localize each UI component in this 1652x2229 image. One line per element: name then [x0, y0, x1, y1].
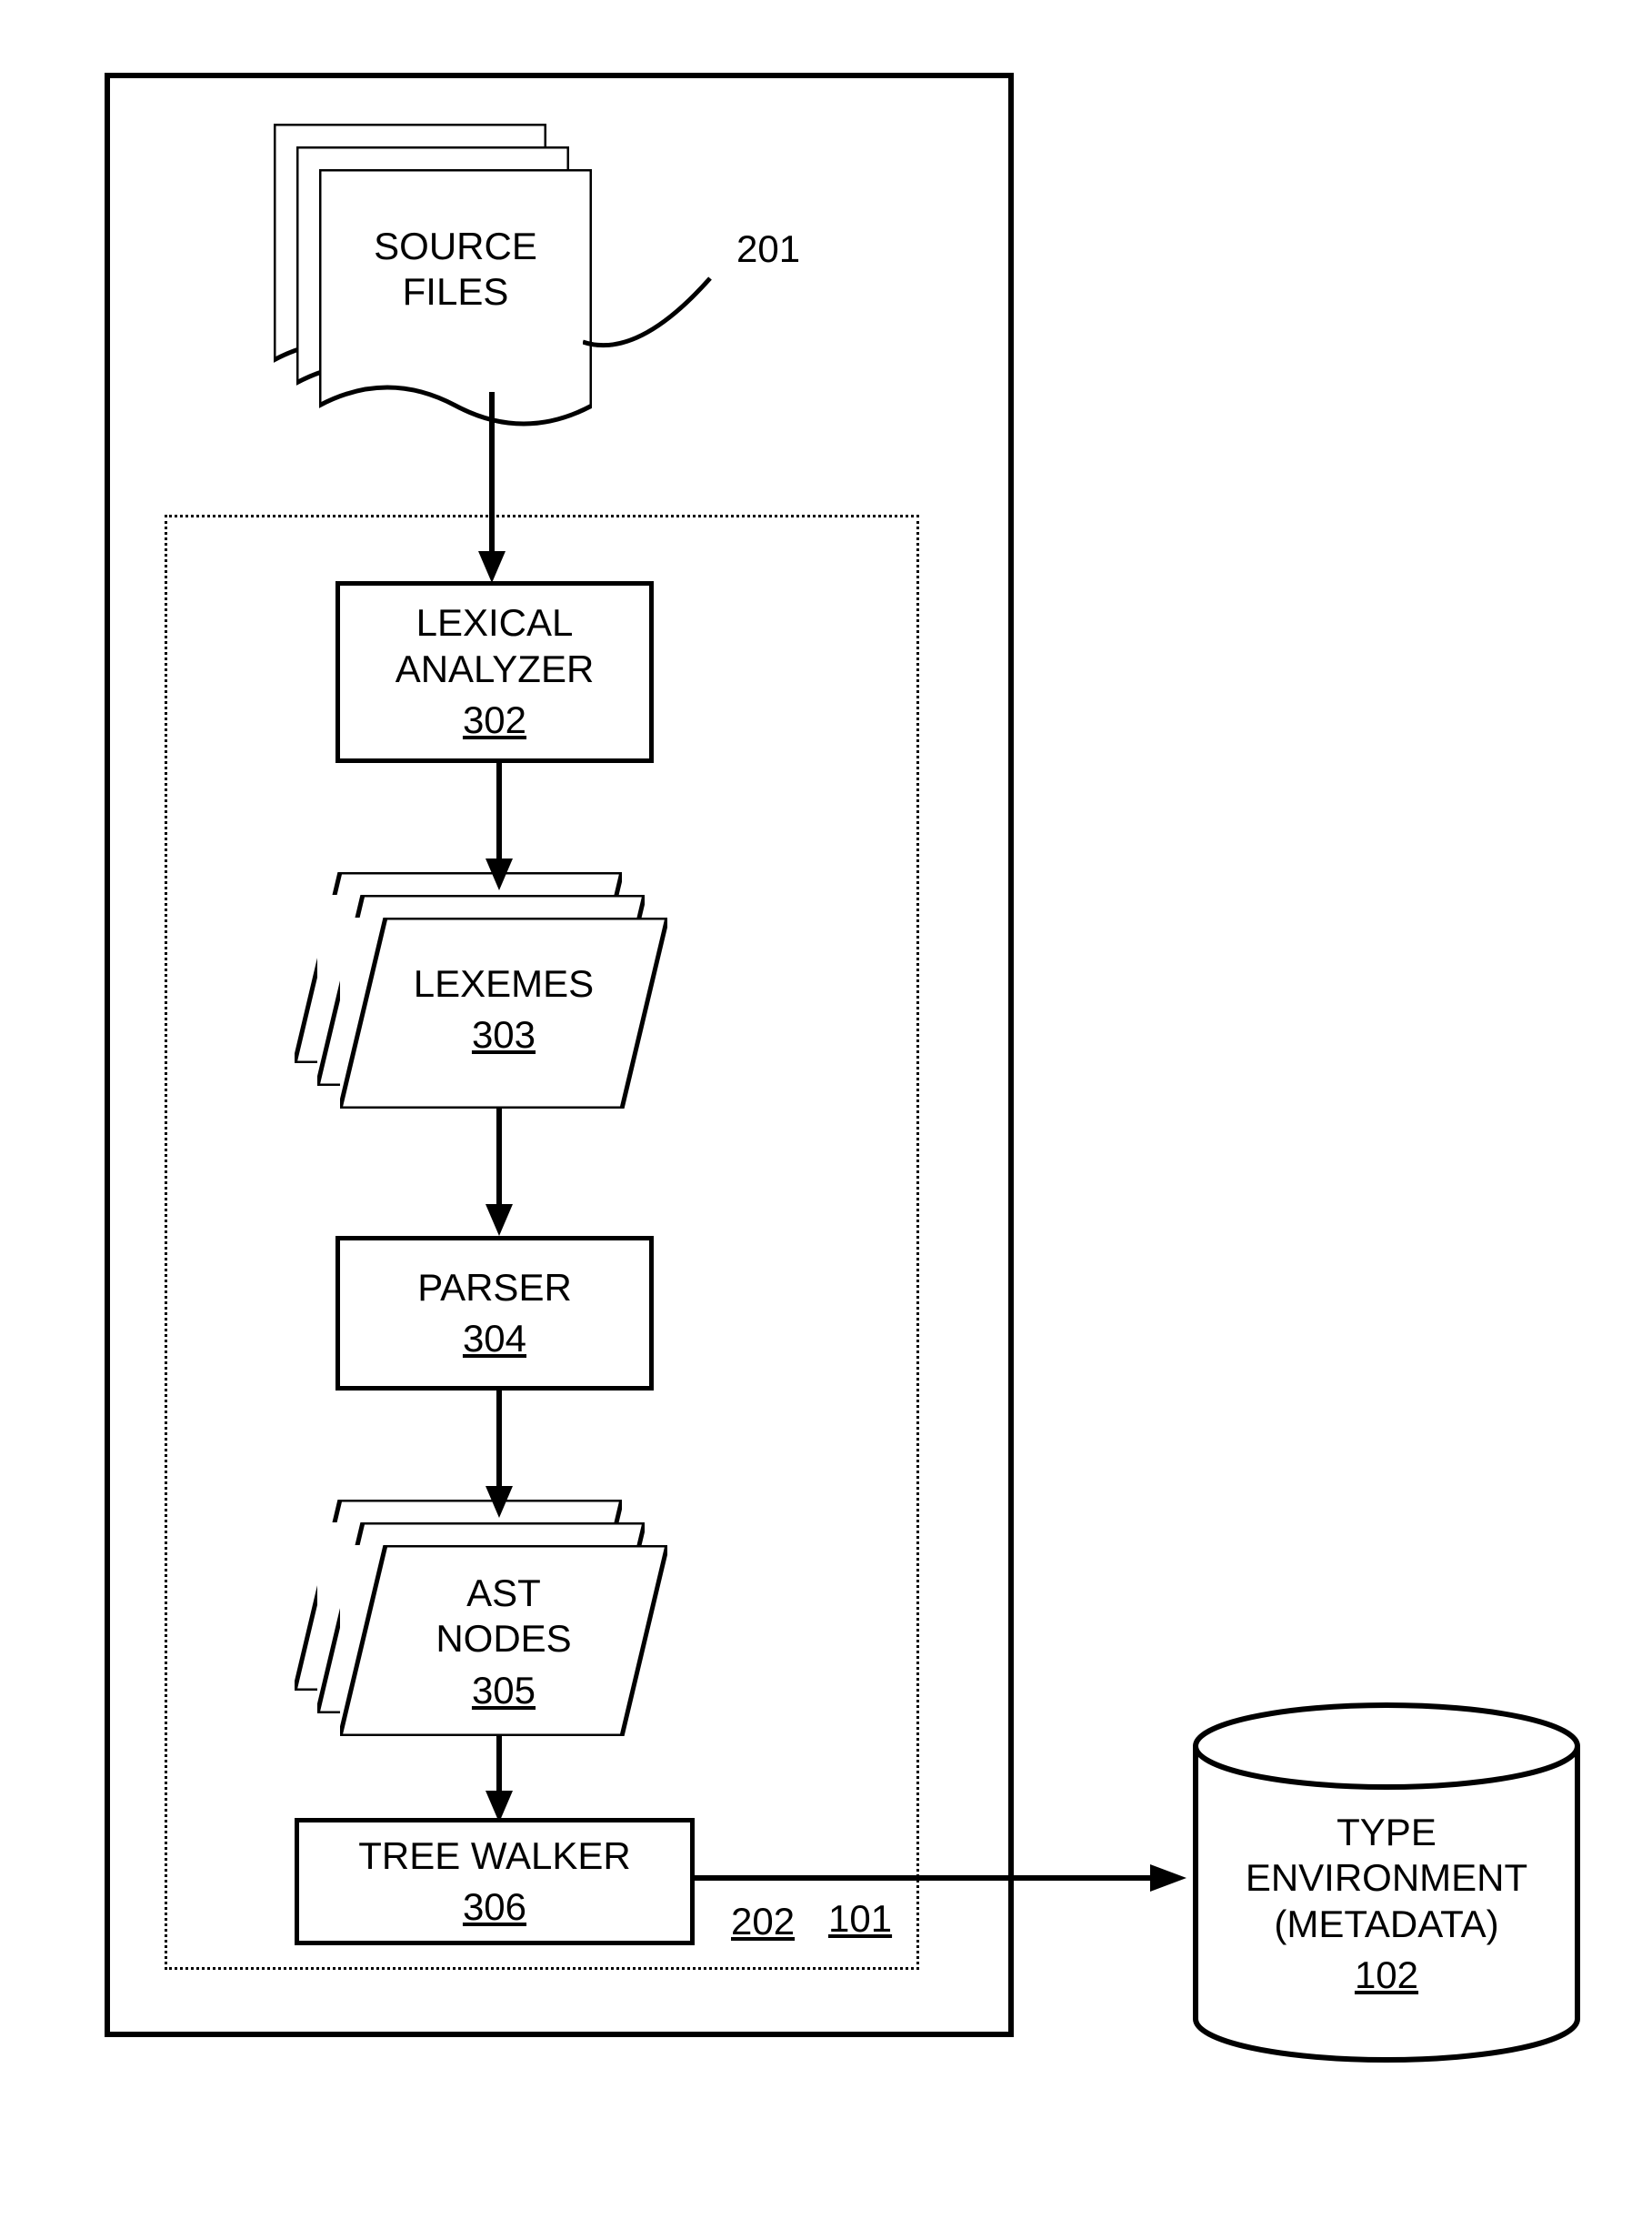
arrow-lexemes-to-parser — [481, 1109, 517, 1236]
inner-ref-202: 202 — [731, 1900, 795, 1943]
source-files-node: SOURCE FILES — [274, 124, 601, 451]
tree-walker-node: TREE WALKER 306 — [295, 1818, 695, 1945]
lexemes-label-wrap: LEXEMES 303 — [340, 961, 667, 1059]
tree-walker-label: TREE WALKER — [358, 1833, 631, 1879]
source-files-label-l2: FILES — [319, 269, 592, 315]
type-environment-cylinder: TYPE ENVIRONMENT (METADATA) 102 — [1191, 1701, 1582, 2064]
arrow-treewalker-to-typeenv — [691, 1855, 1191, 1901]
tree-walker-ref: 306 — [463, 1884, 526, 1930]
diagram-canvas: SOURCE FILES LEXICAL ANALYZER 302 — [0, 0, 1652, 2229]
arrow-lexical-to-lexemes — [481, 763, 517, 890]
parser-label: PARSER — [417, 1265, 572, 1310]
callout-curve-201 — [583, 260, 737, 369]
source-files-label-l1: SOURCE — [319, 224, 592, 269]
ast-nodes-label-wrap: AST NODES 305 — [340, 1571, 667, 1713]
lexemes-node: LEXEMES 303 — [295, 872, 676, 1118]
inner-dotted-container: LEXICAL ANALYZER 302 — [165, 515, 919, 1970]
type-environment-label-l2: ENVIRONMENT — [1191, 1855, 1582, 1901]
arrow-ast-to-treewalker — [481, 1736, 517, 1822]
type-environment-ref: 102 — [1191, 1953, 1582, 1998]
lexemes-label: LEXEMES — [340, 961, 667, 1007]
lexical-analyzer-node: LEXICAL ANALYZER 302 — [335, 581, 654, 763]
type-environment-label-l3: (METADATA) — [1191, 1902, 1582, 1947]
lexemes-ref: 303 — [340, 1012, 667, 1058]
ast-nodes-node: AST NODES 305 — [295, 1500, 676, 1745]
arrow-parser-to-ast — [481, 1391, 517, 1518]
parser-ref: 304 — [463, 1316, 526, 1361]
ast-nodes-ref: 305 — [340, 1668, 667, 1713]
outer-ref-101: 101 — [828, 1897, 892, 1941]
source-files-label: SOURCE FILES — [319, 224, 592, 316]
type-environment-label-l1: TYPE — [1191, 1810, 1582, 1855]
lexical-analyzer-ref: 302 — [463, 698, 526, 743]
ast-nodes-label-l1: AST — [340, 1571, 667, 1616]
type-environment-label-wrap: TYPE ENVIRONMENT (METADATA) 102 — [1191, 1810, 1582, 1999]
outer-container-box: SOURCE FILES LEXICAL ANALYZER 302 — [105, 73, 1014, 2037]
source-files-ref-201: 201 — [736, 227, 800, 271]
lexical-analyzer-label-l2: ANALYZER — [395, 647, 595, 692]
arrow-source-to-lexical — [474, 392, 510, 583]
parser-node: PARSER 304 — [335, 1236, 654, 1391]
lexical-analyzer-label-l1: LEXICAL — [416, 600, 574, 646]
ast-nodes-label-l2: NODES — [340, 1616, 667, 1662]
